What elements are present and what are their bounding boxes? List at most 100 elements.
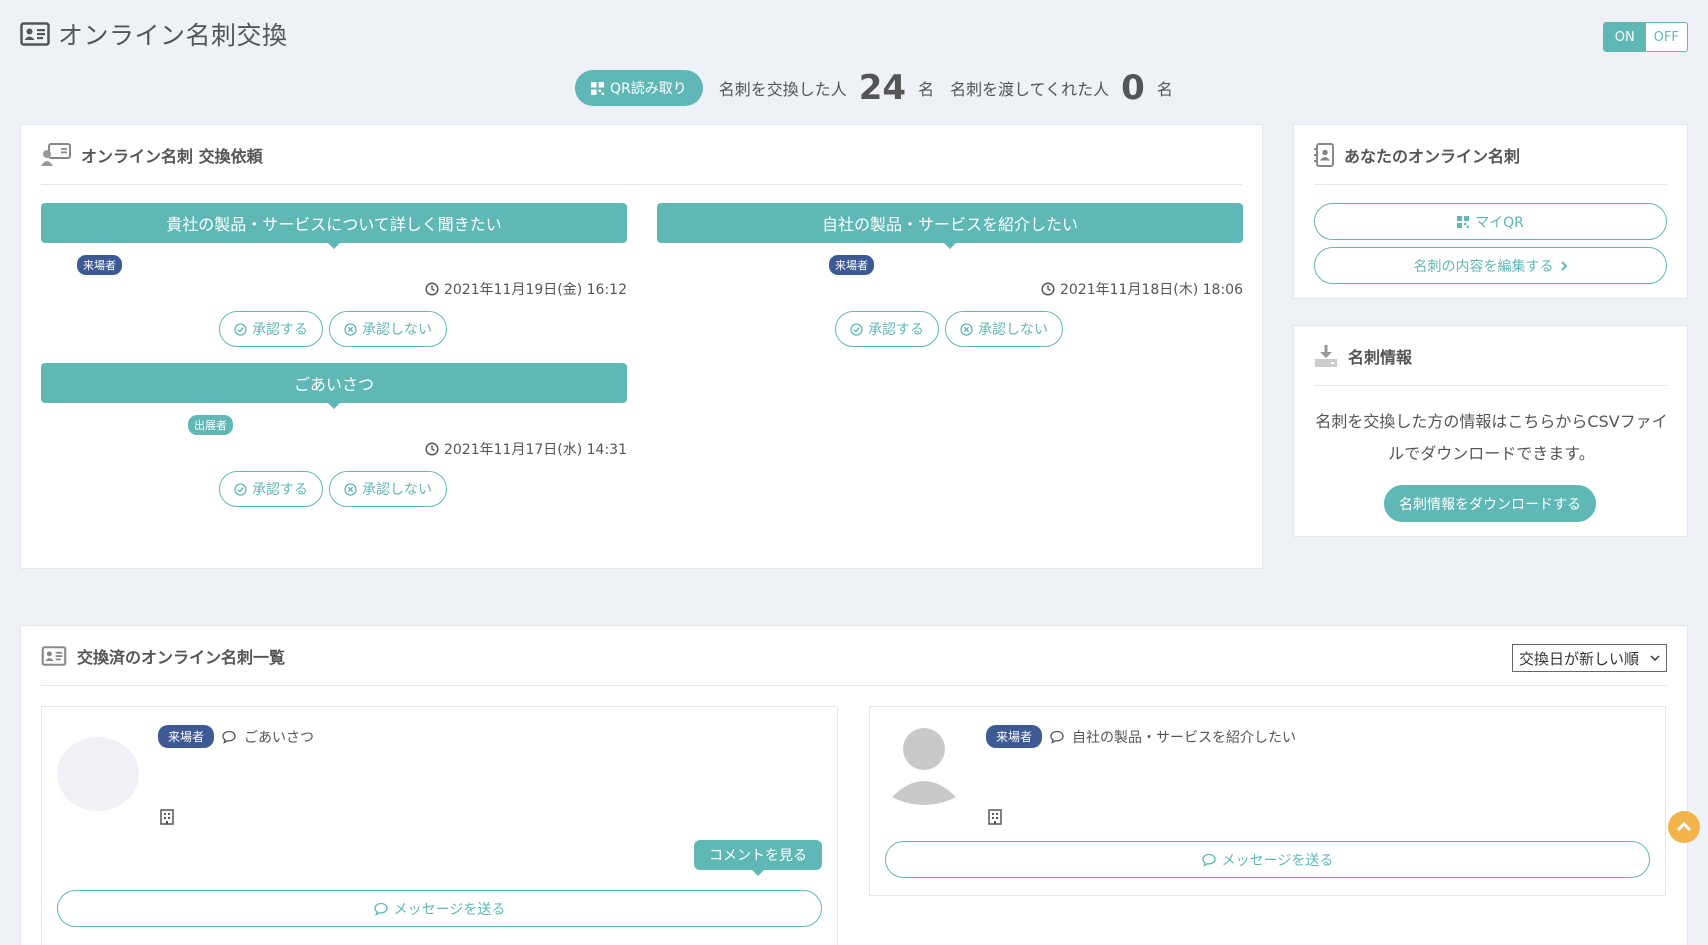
exchange-requests-panel: オンライン名刺 交換依頼 貴社の製品・サービスについて詳しく聞きたい 来場者 2… <box>20 124 1263 569</box>
x-circle-icon <box>344 322 357 336</box>
request-message: 貴社の製品・サービスについて詳しく聞きたい <box>41 203 627 249</box>
send-message-label: メッセージを送る <box>393 901 506 918</box>
send-message-button[interactable]: メッセージを送る <box>885 841 1650 878</box>
qr-icon <box>1457 215 1470 228</box>
reject-button[interactable]: 承認しない <box>329 471 447 507</box>
approve-button[interactable]: 承認する <box>835 311 939 347</box>
clock-icon <box>1041 282 1055 296</box>
reject-label: 承認しない <box>362 482 432 498</box>
requests-title: オンライン名刺 交換依頼 <box>81 146 263 166</box>
chevron-up-icon <box>1676 821 1692 833</box>
received-count: 0 <box>1121 68 1145 108</box>
request-item: ごあいさつ 出展者 2021年11月17日(水) 14:31 承認する 承認しな… <box>41 363 627 507</box>
view-comment-button[interactable]: コメントを見る <box>694 840 822 876</box>
request-actions: 承認する 承認しない <box>835 311 1063 347</box>
speech-bubble-icon <box>373 902 388 916</box>
download-button[interactable]: 名刺情報をダウンロードする <box>1384 485 1596 522</box>
received-label: 名刺を渡してくれた人 <box>950 80 1110 99</box>
exchanged-list-header: 交換済のオンライン名刺一覧 <box>41 626 1667 686</box>
send-message-label: メッセージを送る <box>1221 852 1334 869</box>
reject-button[interactable]: 承認しない <box>945 311 1063 347</box>
exchanged-unit: 名 <box>918 80 935 99</box>
chevron-right-icon <box>1560 260 1568 271</box>
page-title: オンライン名刺交換 <box>20 16 288 52</box>
exchanged-list-panel: 交換済のオンライン名刺一覧 交換日が新しい順 来場者 ごあいさつ コメントを見る… <box>20 625 1688 945</box>
avatar <box>57 737 139 811</box>
edit-card-label: 名刺の内容を編集する <box>1413 258 1554 275</box>
building-icon <box>988 809 1002 825</box>
check-circle-icon <box>234 322 247 336</box>
check-circle-icon <box>850 322 863 336</box>
exhibitor-badge: 出展者 <box>188 415 233 435</box>
speech-bubble-icon <box>1201 853 1216 867</box>
reject-label: 承認しない <box>362 322 432 338</box>
visitor-badge: 来場者 <box>77 255 122 275</box>
my-card-title: あなたのオンライン名刺 <box>1344 146 1521 166</box>
chevron-down-icon <box>1650 654 1660 662</box>
card-tagline: 来場者 ごあいさつ <box>158 725 314 748</box>
send-message-button[interactable]: メッセージを送る <box>57 890 822 927</box>
card-info-title: 名刺情報 <box>1348 347 1413 367</box>
visitor-badge: 来場者 <box>829 255 874 275</box>
approve-button[interactable]: 承認する <box>219 311 323 347</box>
my-qr-button[interactable]: マイQR <box>1314 203 1667 240</box>
contact-card-icon <box>1314 142 1334 167</box>
qr-scan-button[interactable]: QR読み取り <box>575 70 703 106</box>
request-date: 2021年11月19日(金) 16:12 <box>425 279 627 299</box>
clock-icon <box>425 442 439 456</box>
request-actions: 承認する 承認しない <box>219 471 447 507</box>
page-title-text: オンライン名刺交換 <box>58 21 288 50</box>
exchanged-card: 来場者 ごあいさつ コメントを見る メッセージを送る <box>41 706 838 945</box>
business-card-icon <box>20 22 50 46</box>
reject-label: 承認しない <box>978 322 1048 338</box>
approve-button[interactable]: 承認する <box>219 471 323 507</box>
visitor-badge: 来場者 <box>986 725 1043 748</box>
request-message: ごあいさつ <box>41 363 627 409</box>
received-unit: 名 <box>1156 80 1173 99</box>
request-date-text: 2021年11月18日(木) 18:06 <box>1060 282 1243 298</box>
requests-header: オンライン名刺 交換依頼 <box>41 125 1242 185</box>
request-item: 貴社の製品・サービスについて詳しく聞きたい 来場者 2021年11月19日(金)… <box>41 203 627 347</box>
reject-button[interactable]: 承認しない <box>329 311 447 347</box>
card-message: ごあいさつ <box>244 729 315 746</box>
business-card-icon <box>41 645 67 666</box>
qr-icon <box>591 81 604 95</box>
clock-icon <box>425 282 439 296</box>
download-icon <box>1314 344 1338 368</box>
visitor-badge: 来場者 <box>158 725 215 748</box>
card-info-description: 名刺を交換した方の情報はこちらからCSVファイルでダウンロードできます。 <box>1315 412 1668 463</box>
speech-bubble-icon <box>222 730 236 744</box>
card-exchange-icon <box>41 142 71 167</box>
request-message: 自社の製品・サービスを紹介したい <box>657 203 1243 249</box>
exchanged-card: 来場者 自社の製品・サービスを紹介したい メッセージを送る <box>869 706 1666 896</box>
exchanged-count: 24 <box>858 68 907 108</box>
card-info-panel: 名刺情報 名刺を交換した方の情報はこちらからCSVファイルでダウンロードできます… <box>1293 325 1688 537</box>
my-card-header: あなたのオンライン名刺 <box>1314 125 1667 185</box>
request-date: 2021年11月17日(水) 14:31 <box>425 439 627 459</box>
request-actions: 承認する 承認しない <box>219 311 447 347</box>
approve-label: 承認する <box>252 322 308 338</box>
toggle-on[interactable]: ON <box>1604 23 1646 51</box>
visibility-toggle[interactable]: ON OFF <box>1603 22 1688 52</box>
qr-scan-label: QR読み取り <box>610 81 687 97</box>
card-info-header: 名刺情報 <box>1314 326 1667 386</box>
sort-select[interactable]: 交換日が新しい順 <box>1512 644 1667 672</box>
request-item: 自社の製品・サービスを紹介したい 来場者 2021年11月18日(木) 18:0… <box>657 203 1243 347</box>
my-qr-label: マイQR <box>1475 214 1524 231</box>
card-message: 自社の製品・サービスを紹介したい <box>1072 729 1297 746</box>
exchanged-list-title: 交換済のオンライン名刺一覧 <box>77 647 286 667</box>
toggle-off[interactable]: OFF <box>1646 23 1688 51</box>
request-date-text: 2021年11月19日(金) 16:12 <box>444 282 627 298</box>
speech-bubble-icon <box>1050 730 1064 744</box>
exchange-stats: QR読み取り 名刺を交換した人 24 名 名刺を渡してくれた人 0 名 <box>575 68 1179 108</box>
x-circle-icon <box>960 322 973 336</box>
default-avatar-icon <box>890 725 958 805</box>
approve-label: 承認する <box>868 322 924 338</box>
exchanged-label: 名刺を交換した人 <box>718 80 847 99</box>
building-icon <box>160 809 174 825</box>
check-circle-icon <box>234 482 247 496</box>
approve-label: 承認する <box>252 482 308 498</box>
scroll-top-button[interactable] <box>1668 811 1700 843</box>
sort-select-value: 交換日が新しい順 <box>1519 649 1640 668</box>
edit-card-button[interactable]: 名刺の内容を編集する <box>1314 247 1667 284</box>
